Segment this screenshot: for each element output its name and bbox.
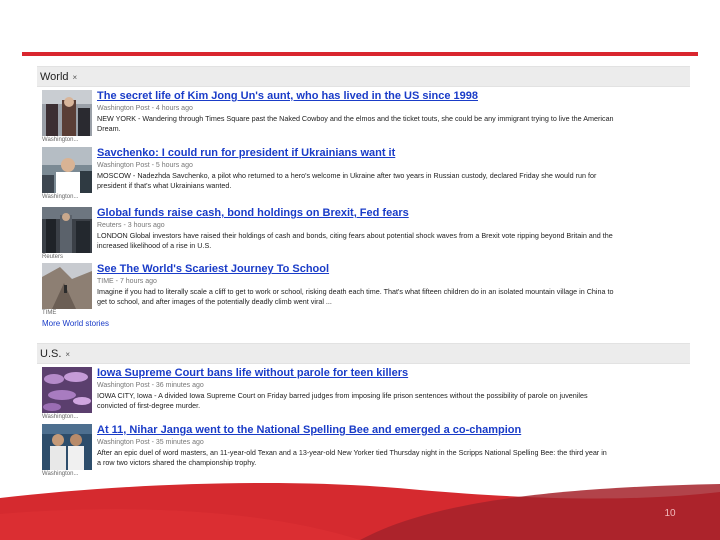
story-thumbnail[interactable] bbox=[42, 424, 92, 470]
top-red-rule bbox=[22, 52, 698, 56]
page-number: 10 bbox=[664, 508, 676, 519]
story-snippet: IOWA CITY, Iowa - A divided Iowa Supreme… bbox=[97, 391, 588, 400]
story-snippet: LONDON Global investors have raised thei… bbox=[97, 231, 613, 240]
story-thumbnail[interactable] bbox=[42, 263, 92, 309]
story-snippet: president if that's what Ukrainians want… bbox=[97, 181, 232, 190]
story-meta: Washington Post - 35 minutes ago bbox=[97, 439, 204, 446]
close-icon[interactable]: × bbox=[65, 350, 70, 359]
story-meta: TIME - 7 hours ago bbox=[97, 278, 157, 285]
footer-band bbox=[0, 483, 720, 540]
story-headline[interactable]: Global funds raise cash, bond holdings o… bbox=[97, 207, 689, 220]
story-thumbnail[interactable] bbox=[42, 207, 92, 253]
story-meta: Reuters - 3 hours ago bbox=[97, 222, 165, 229]
story-thumbnail[interactable] bbox=[42, 147, 92, 193]
story-headline[interactable]: At 11, Nihar Janga went to the National … bbox=[97, 424, 689, 437]
story-meta: Washington Post - 5 hours ago bbox=[97, 162, 193, 169]
world-section-header: World × bbox=[37, 66, 690, 87]
story-thumbnail[interactable] bbox=[42, 90, 92, 136]
story-headline[interactable]: Savchenko: I could run for president if … bbox=[97, 147, 689, 160]
story-snippet: MOSCOW - Nadezhda Savchenko, a pilot who… bbox=[97, 171, 597, 180]
story-thumbnail[interactable] bbox=[42, 367, 92, 413]
story-headline[interactable]: Iowa Supreme Court bans life without par… bbox=[97, 367, 689, 380]
story-snippet: NEW YORK - Wandering through Times Squar… bbox=[97, 114, 614, 123]
thumbnail-source: Washington... bbox=[42, 137, 79, 143]
us-section-header: U.S. × bbox=[37, 343, 690, 364]
thumbnail-source: Washington... bbox=[42, 471, 79, 477]
story-snippet: increased likelihood of a rise in U.S. bbox=[97, 241, 212, 250]
more-world-stories-link[interactable]: More World stories bbox=[42, 319, 109, 328]
story-snippet: Imagine if you had to literally scale a … bbox=[97, 287, 614, 296]
us-section-title: U.S. bbox=[40, 348, 62, 360]
story-snippet: Dream. bbox=[97, 124, 121, 133]
story-snippet: a row two victors shared the championshi… bbox=[97, 458, 257, 467]
story-headline[interactable]: The secret life of Kim Jong Un's aunt, w… bbox=[97, 90, 689, 103]
thumbnail-source: Reuters bbox=[42, 254, 64, 260]
world-section-title: World bbox=[40, 71, 69, 83]
close-icon[interactable]: × bbox=[73, 73, 78, 82]
story-meta: Washington Post - 36 minutes ago bbox=[97, 382, 204, 389]
story-snippet: After an epic duel of word masters, an 1… bbox=[97, 448, 607, 457]
story-headline[interactable]: See The World's Scariest Journey To Scho… bbox=[97, 263, 689, 276]
thumbnail-source: Washington... bbox=[42, 194, 79, 200]
thumbnail-source: TIME bbox=[42, 310, 57, 316]
thumbnail-source: Washington... bbox=[42, 414, 79, 420]
story-snippet: convicted of first-degree murder. bbox=[97, 401, 201, 410]
story-snippet: get to school, and after images of the p… bbox=[97, 297, 332, 306]
story-meta: Washington Post - 4 hours ago bbox=[97, 105, 193, 112]
